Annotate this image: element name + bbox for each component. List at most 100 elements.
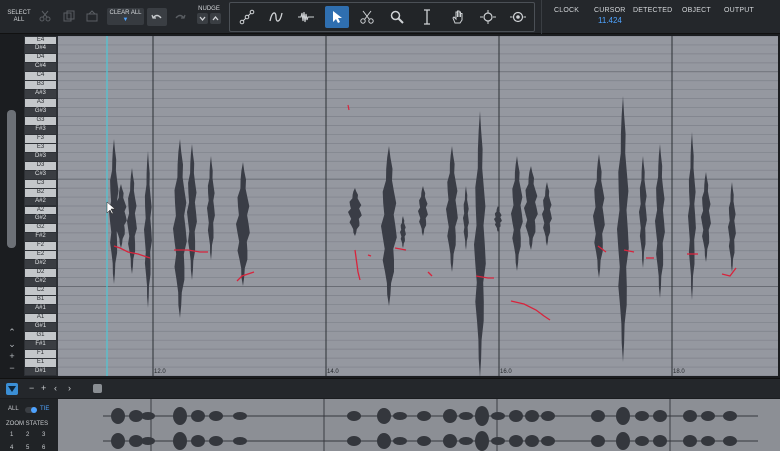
zoom-out-vertical-button[interactable]: − (7, 363, 17, 373)
pitch-shift-tool[interactable] (476, 6, 500, 28)
tie-toggle[interactable] (25, 407, 37, 413)
zoom-in-vertical-button[interactable]: + (7, 351, 17, 361)
waveform-blobs (109, 96, 736, 376)
piano-key[interactable]: B2 (25, 188, 56, 197)
curve-tool[interactable] (264, 6, 288, 28)
expand-overview-button[interactable] (6, 383, 18, 395)
chevron-up-icon: ⌃ (8, 327, 16, 337)
zoom-state-6[interactable]: 6 (42, 445, 45, 451)
triangle-down-icon (8, 386, 16, 392)
piano-key[interactable]: G#3 (25, 108, 56, 117)
nudge-up-button[interactable] (210, 13, 221, 24)
piano-key[interactable]: G1 (25, 331, 56, 340)
piano-key[interactable]: C2 (25, 287, 56, 295)
overview-canvas (103, 399, 758, 451)
piano-key[interactable]: E4 (25, 36, 56, 45)
clear-all-button[interactable]: CLEAR ALL ▼ (107, 8, 144, 25)
pitch-editor-app: SELECT ALL CLEAR ALL ▼ NUDGE CLOCK CURSO… (0, 0, 780, 451)
detected-button[interactable]: DETECTED (633, 7, 672, 14)
pitch-curve (236, 271, 255, 282)
piano-key[interactable]: D#2 (25, 260, 56, 269)
vertical-scroll-thumb[interactable] (7, 110, 16, 248)
zoom-state-1[interactable]: 1 (10, 432, 13, 438)
piano-key[interactable]: C3 (25, 179, 56, 188)
zoom-state-5[interactable]: 5 (26, 445, 29, 451)
cut-button[interactable] (38, 9, 52, 23)
piano-key[interactable]: D2 (25, 269, 56, 278)
piano-key[interactable]: A#2 (25, 197, 56, 206)
nudge-down-button[interactable] (197, 13, 208, 24)
piano-keyboard: E4 D#4 D4 C#4 C4 B3 A#3 A3 G#3 G3 F#3 F3 E3 D#3 D3 C#3 C… (24, 36, 58, 376)
formant-tool[interactable] (506, 6, 530, 28)
piano-key[interactable]: A#1 (25, 304, 56, 313)
piano-key[interactable]: E2 (25, 251, 56, 260)
node-path-icon (239, 9, 255, 25)
tie-label: TIE (40, 406, 50, 412)
vibrato-tool[interactable] (294, 6, 318, 28)
scroll-left-button[interactable]: ‹ (54, 383, 57, 393)
zoom-state-2[interactable]: 2 (26, 432, 29, 438)
piano-key[interactable]: B3 (25, 81, 56, 90)
horizontal-scroll-thumb[interactable] (93, 384, 102, 393)
piano-key[interactable]: D#4 (25, 45, 56, 54)
piano-key[interactable]: F#3 (25, 125, 56, 134)
output-button[interactable]: OUTPUT (724, 7, 754, 14)
piano-key[interactable]: F2 (25, 242, 56, 251)
zoom-in-horizontal-button[interactable]: + (41, 383, 46, 393)
piano-key[interactable]: D#1 (25, 367, 56, 376)
chevron-up-icon (212, 16, 219, 21)
piano-key[interactable]: G3 (25, 117, 56, 125)
hand-tool[interactable] (446, 6, 470, 28)
target-dot-icon (510, 11, 526, 23)
overview-controls: ALL TIE ZOOM STATES 1 2 3 4 5 6 (0, 399, 58, 451)
piano-key[interactable]: A1 (25, 313, 56, 322)
select-all-label-line2: ALL (13, 17, 25, 23)
piano-key[interactable]: G#1 (25, 322, 56, 331)
clock-button[interactable]: CLOCK (554, 7, 579, 14)
piano-key[interactable]: D3 (25, 161, 56, 170)
piano-key[interactable]: A#3 (25, 90, 56, 99)
piano-key[interactable]: C4 (25, 72, 56, 81)
scroll-down-button[interactable]: ⌄ (7, 339, 17, 350)
piano-key[interactable]: A2 (25, 206, 56, 215)
pointer-tool[interactable] (325, 6, 349, 28)
piano-key[interactable]: F#1 (25, 340, 56, 349)
piano-key[interactable]: D4 (25, 54, 56, 63)
object-button[interactable]: OBJECT (682, 7, 711, 14)
zoom-tool[interactable] (385, 6, 409, 28)
zoom-state-4[interactable]: 4 (10, 445, 13, 451)
undo-button[interactable] (147, 8, 167, 26)
piano-key[interactable]: F3 (25, 134, 56, 143)
piano-key[interactable]: A3 (25, 99, 56, 108)
pitch-editor-grid[interactable]: 12.0 14.0 16.0 18.0 (58, 36, 778, 376)
waveform-blob (144, 151, 152, 308)
nudge-label: NUDGE (198, 6, 220, 12)
piano-key[interactable]: E1 (25, 358, 56, 367)
piano-key[interactable]: C#3 (25, 170, 56, 179)
overview-waveform[interactable] (58, 399, 780, 451)
piano-key[interactable]: F1 (25, 349, 56, 358)
text-cursor-tool[interactable] (415, 6, 439, 28)
toggle-knob (31, 407, 37, 413)
copy-icon (63, 10, 75, 22)
piano-key[interactable]: G2 (25, 224, 56, 233)
piano-key[interactable]: C#4 (25, 63, 56, 72)
piano-key[interactable]: D#3 (25, 152, 56, 161)
scroll-up-button[interactable]: ⌃ (7, 327, 17, 338)
node-tool[interactable] (235, 6, 259, 28)
piano-key[interactable]: C#2 (25, 278, 56, 287)
piano-key[interactable]: F#2 (25, 233, 56, 242)
copy-button[interactable] (62, 9, 76, 23)
scroll-right-button[interactable]: › (68, 383, 71, 393)
cut-icon (39, 10, 51, 22)
waveform-blob (542, 182, 552, 246)
select-all-button[interactable]: SELECT ALL (4, 10, 34, 24)
piano-key[interactable]: E3 (25, 143, 56, 152)
scissors-tool[interactable] (355, 6, 379, 28)
zoom-out-horizontal-button[interactable]: − (29, 383, 34, 393)
redo-button[interactable] (170, 8, 190, 26)
piano-key[interactable]: G#2 (25, 215, 56, 224)
piano-key[interactable]: B1 (25, 295, 56, 304)
zoom-state-3[interactable]: 3 (42, 432, 45, 438)
paste-button[interactable] (85, 9, 99, 23)
